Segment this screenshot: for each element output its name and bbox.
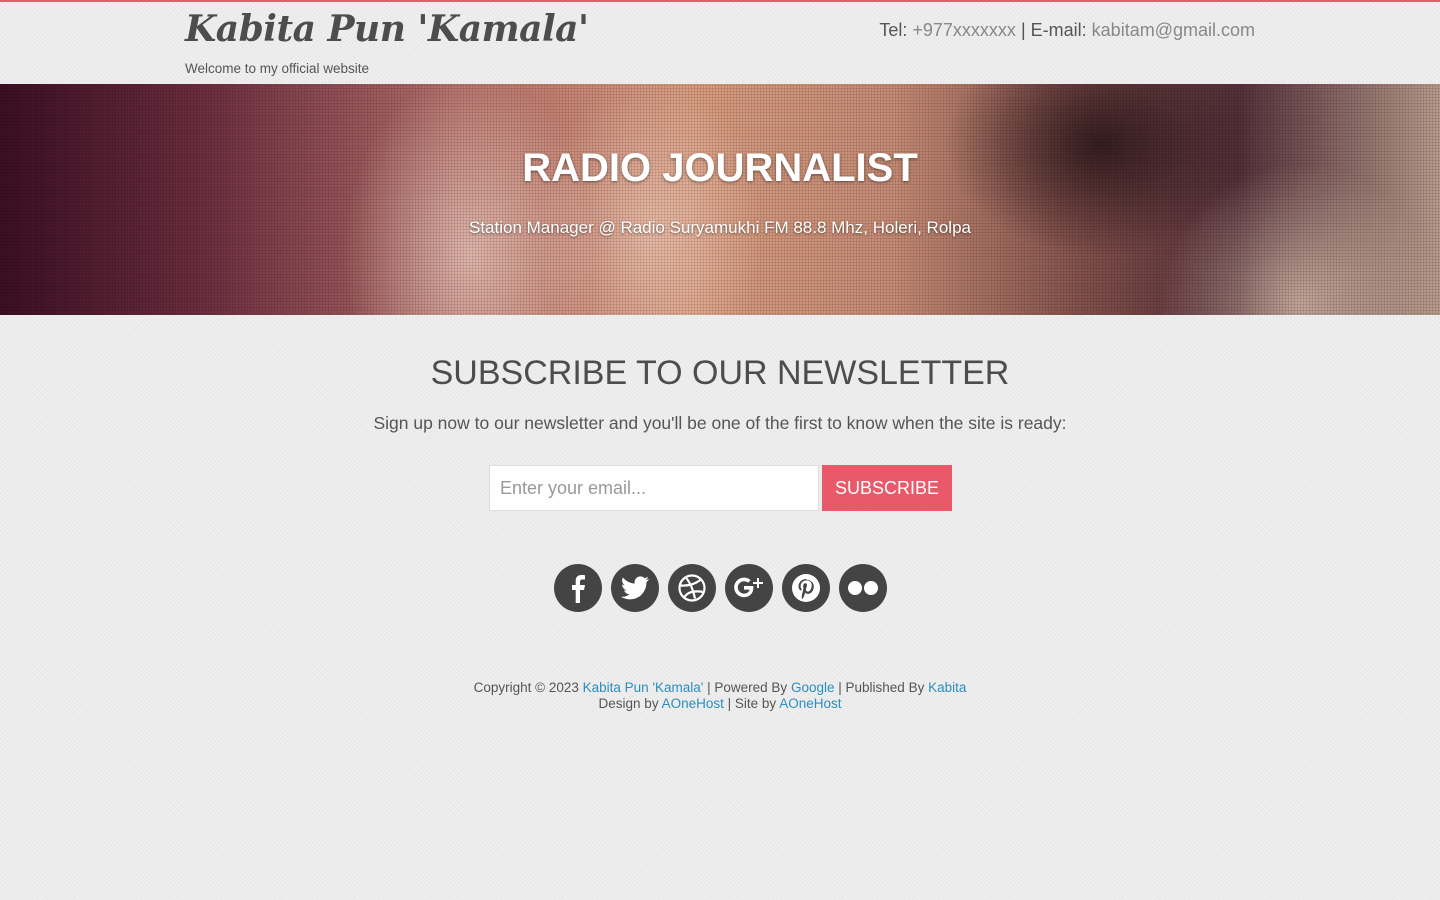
twitter-icon[interactable] — [611, 564, 659, 612]
footer-google-link[interactable]: Google — [791, 680, 835, 695]
contact-separator: | — [1020, 20, 1026, 40]
powered-by-text: | Powered By — [707, 680, 788, 695]
facebook-icon[interactable] — [554, 564, 602, 612]
tel-label: Tel: — [879, 20, 908, 40]
footer-site-by-link[interactable]: AOneHost — [779, 696, 841, 711]
footer-line-1: Copyright © 2023 Kabita Pun 'Kamala' | P… — [0, 680, 1440, 696]
site-tagline: Welcome to my official website — [185, 61, 370, 76]
hero-subtitle: Station Manager @ Radio Suryamukhi FM 88… — [469, 218, 971, 237]
site-header: Kabita Pun 'Kamala' Welcome to my offici… — [0, 2, 1440, 84]
hero-title: RADIO JOURNALIST — [522, 146, 918, 190]
flickr-icon[interactable] — [839, 564, 887, 612]
google-plus-icon[interactable] — [725, 564, 773, 612]
site-title[interactable]: Kabita Pun 'Kamala' — [185, 8, 589, 50]
copyright-text: Copyright © 2023 — [473, 680, 579, 695]
dribbble-icon[interactable] — [668, 564, 716, 612]
published-by-text: | Published By — [838, 680, 925, 695]
email-label: E-mail: — [1030, 20, 1087, 40]
design-by-text: Design by — [598, 696, 659, 711]
footer-kabita-link[interactable]: Kabita — [928, 680, 966, 695]
site-by-text: | Site by — [727, 696, 777, 711]
email-input[interactable] — [489, 465, 819, 511]
subscribe-button[interactable]: SUBSCRIBE — [822, 465, 952, 511]
newsletter-title: SUBSCRIBE TO OUR NEWSLETTER — [430, 354, 1010, 392]
email-link[interactable]: kabitam@gmail.com — [1092, 20, 1255, 40]
footer-line-2: Design by AOneHost | Site by AOneHost — [0, 696, 1440, 712]
newsletter-text: Sign up now to our newsletter and you'll… — [373, 413, 1067, 433]
tel-link[interactable]: +977xxxxxxx — [912, 20, 1016, 40]
hero-banner: RADIO JOURNALIST Station Manager @ Radio… — [0, 84, 1440, 315]
pinterest-icon[interactable] — [782, 564, 830, 612]
footer-site-link[interactable]: Kabita Pun 'Kamala' — [583, 680, 704, 695]
site-footer: Copyright © 2023 Kabita Pun 'Kamala' | P… — [0, 680, 1440, 712]
footer-design-link[interactable]: AOneHost — [662, 696, 724, 711]
contact-info: Tel: +977xxxxxxx | E-mail: kabitam@gmail… — [879, 20, 1255, 41]
social-links — [554, 564, 887, 612]
